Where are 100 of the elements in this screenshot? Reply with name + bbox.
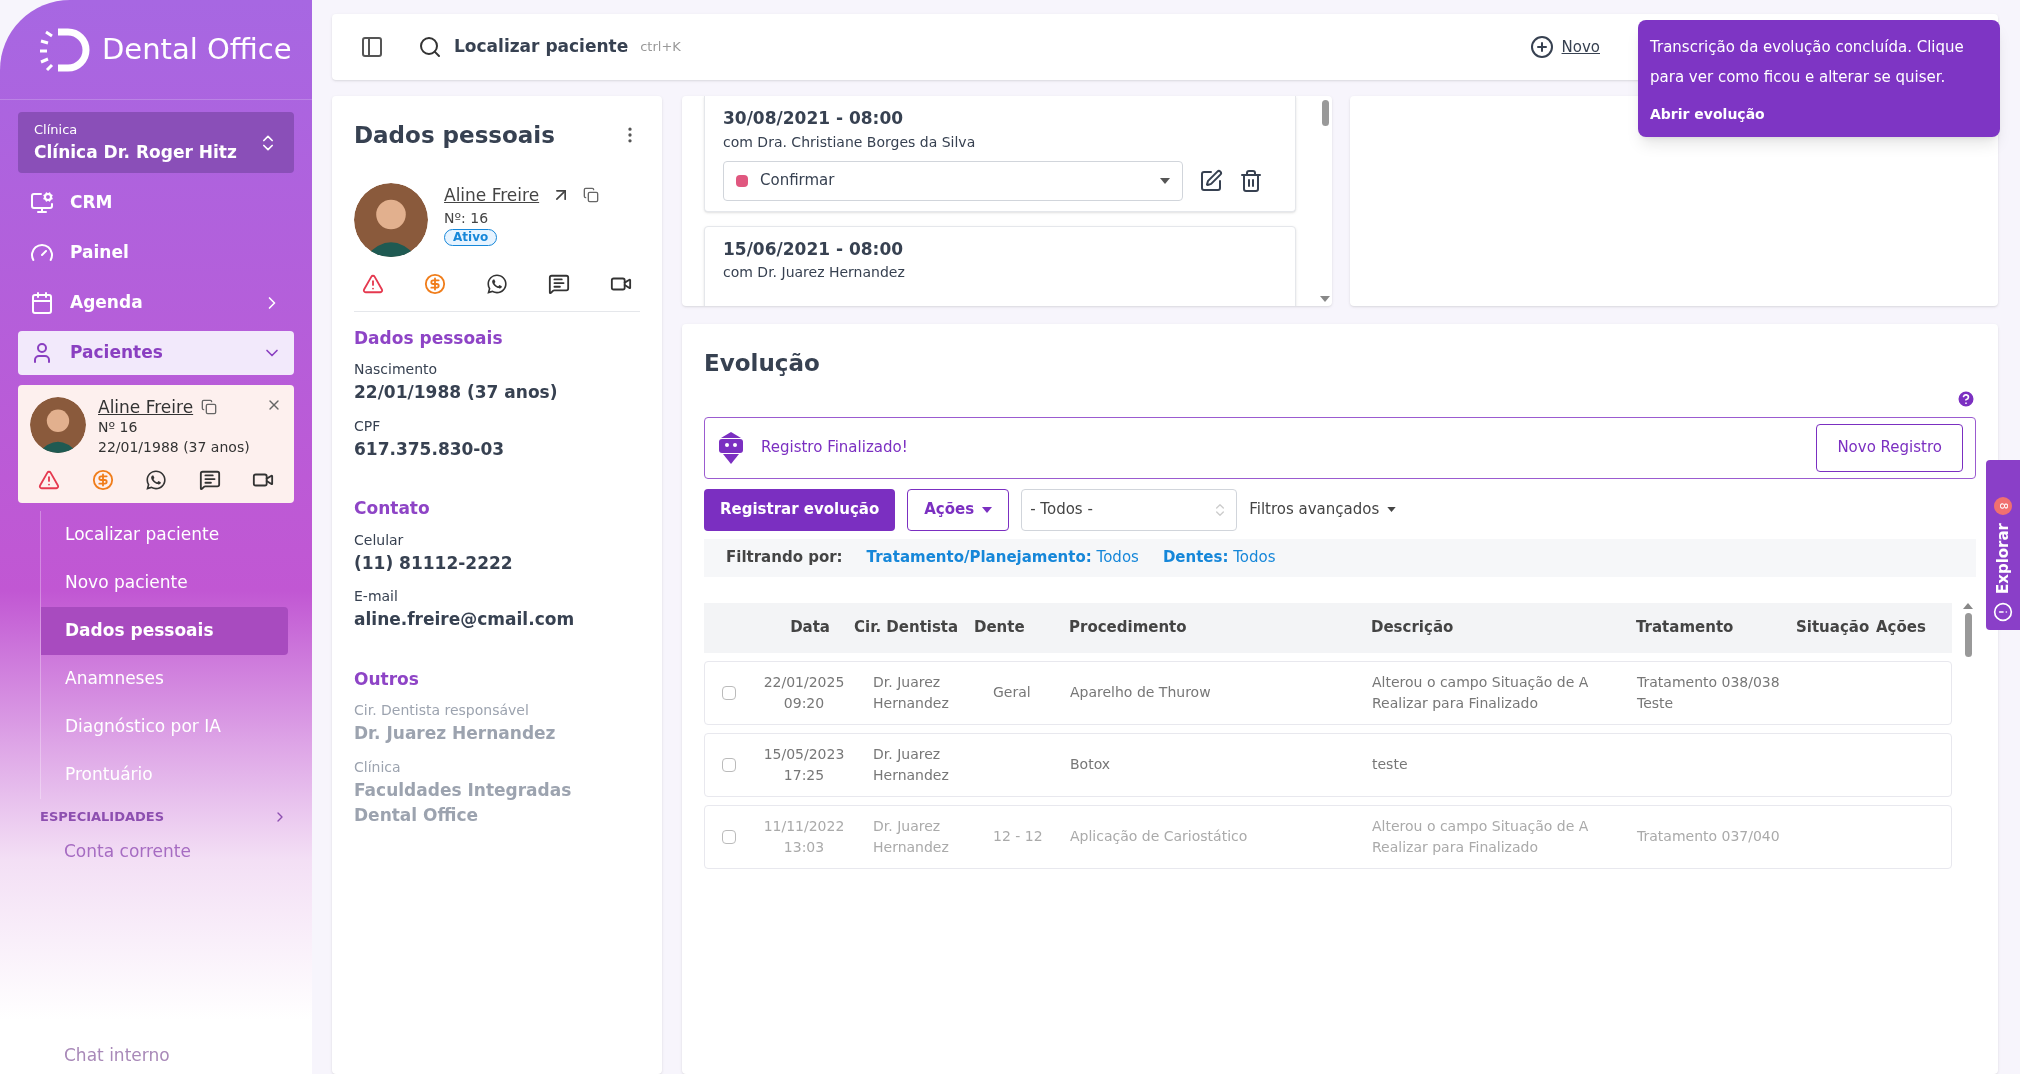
- nav-item[interactable]: Conta corrente: [64, 839, 312, 865]
- table-cell-text: Alterou o campo Situação de A Realizar para Finalizado: [1372, 816, 1590, 857]
- warning-icon[interactable]: [38, 469, 60, 491]
- table-cell-text: Dr. Juarez Hernandez: [872, 816, 950, 857]
- clinic-selector[interactable]: Clínica Clínica Dr. Roger Hitz: [18, 112, 294, 173]
- nav-item[interactable]: Chat interno: [64, 1042, 312, 1068]
- table-cell: Geral: [993, 684, 1031, 700]
- section-heading[interactable]: ESPECIALIDADES: [40, 799, 288, 835]
- scroll-down-icon[interactable]: [1320, 296, 1330, 302]
- table-cell-text: Dr. Juarez Hernandez: [872, 672, 950, 713]
- table-cell-text: Botox: [1070, 755, 1112, 774]
- nav-item[interactable]: CRM: [18, 181, 294, 225]
- appointment-dentist: com Dra. Christiane Borges da Silva: [723, 132, 977, 152]
- new-button[interactable]: Novo: [1529, 35, 1600, 59]
- plus-icon: [1529, 35, 1554, 59]
- appointment-card[interactable]: 30/08/2021 - 08:00 com Dra. Christiane Borges da Silva Confirmar: [704, 96, 1296, 212]
- table-row[interactable]: 15/05/2023 17:25 Dr. Juarez Hernandez Botox teste: [704, 732, 1952, 797]
- trash-icon[interactable]: [1239, 168, 1263, 193]
- field-value: Dr. Juarez Hernandez: [354, 722, 557, 745]
- patient-birth: 22/01/1988 (37 anos): [98, 438, 250, 457]
- edit-icon[interactable]: [1199, 168, 1223, 193]
- table-cell-text: Alterou o campo Situação de A Realizar para Finalizado: [1372, 672, 1590, 713]
- caret-icon: [1387, 507, 1397, 512]
- submenu-item[interactable]: Dados pessoais: [41, 607, 288, 655]
- toast-link[interactable]: Abrir evolução: [1650, 104, 1988, 125]
- row-checkbox[interactable]: [722, 685, 736, 700]
- explore-badge: 8: [1994, 496, 2012, 515]
- table-cell: Tratamento 038/038 Teste: [1637, 673, 1780, 711]
- register-button[interactable]: Registrar evolução: [704, 488, 896, 531]
- field-value: Faculdades Integradas Dental Office: [354, 778, 573, 827]
- panel-title: Evolução: [704, 349, 821, 378]
- help-icon[interactable]: [1956, 388, 1976, 409]
- toast[interactable]: Transcrição da evolução concluída. Clique para ver como ficou e alterar se quiser. Abrir evolução: [1638, 20, 2000, 137]
- column-header: Situação: [1796, 617, 1871, 639]
- patient-name[interactable]: Aline Freire: [444, 182, 540, 208]
- explore-tab[interactable]: 8 Explorar: [1986, 460, 2020, 630]
- column-header: Tratamento: [1636, 617, 1735, 639]
- warning-icon[interactable]: [362, 272, 384, 295]
- table-cell-text: Aparelho de Thurow: [1070, 683, 1212, 702]
- sidebar-toggle-icon[interactable]: [360, 35, 384, 59]
- column-header: Descrição: [1371, 617, 1455, 639]
- search-icon: [418, 35, 442, 59]
- field-value: 22/01/1988 (37 anos): [354, 381, 559, 404]
- filter-select[interactable]: - Todos -: [1021, 488, 1238, 531]
- nav-item[interactable]: Pacientes: [18, 331, 294, 375]
- row-checkbox[interactable]: [722, 829, 736, 844]
- submenu-item[interactable]: Localizar paciente: [41, 511, 288, 559]
- panel-title: Dados pessoais: [354, 121, 555, 150]
- scroll-up-icon[interactable]: [1963, 602, 1973, 609]
- column-header: Dente: [974, 617, 1026, 639]
- explore-label: Explorar: [1992, 522, 2013, 594]
- field-value: aline.freire@cmail.com: [354, 608, 576, 631]
- search-field[interactable]: Localizar paciente ctrl+K: [418, 34, 681, 60]
- calendar-icon: [30, 291, 54, 315]
- status-select[interactable]: Confirmar: [723, 160, 1183, 201]
- nav-item[interactable]: Painel: [18, 231, 294, 275]
- appointment-date: 15/06/2021 - 08:00: [723, 237, 905, 261]
- copy-icon[interactable]: [583, 187, 600, 204]
- filter-chip[interactable]: Tratamento/Planejamento: Todos: [866, 546, 1139, 569]
- whatsapp-icon[interactable]: [145, 469, 167, 491]
- patient-number: Nº: 16: [444, 209, 489, 228]
- column-header: Cir. Dentista: [854, 617, 960, 639]
- section-title: Contato: [354, 497, 431, 520]
- filter-chip[interactable]: Dentes: Todos: [1162, 546, 1276, 569]
- chat-icon[interactable]: [198, 469, 221, 491]
- scroll-thumb[interactable]: [1321, 100, 1329, 126]
- new-record-button[interactable]: Novo Registro: [1816, 423, 1963, 472]
- nav-item[interactable]: Agenda: [18, 281, 294, 325]
- clinic-label: Clínica: [34, 121, 79, 139]
- caret-icon: [1160, 177, 1170, 184]
- dollar-icon[interactable]: [424, 272, 446, 295]
- field-value: 617.375.830-03: [354, 437, 506, 461]
- row-checkbox[interactable]: [722, 757, 736, 772]
- copy-icon[interactable]: [201, 399, 218, 415]
- submenu-item[interactable]: Novo paciente: [41, 559, 288, 607]
- shortcut-hint: ctrl+K: [640, 38, 681, 57]
- clinic-name: Clínica Dr. Roger Hitz: [34, 140, 237, 164]
- field-label: Clínica: [354, 757, 402, 777]
- section-title: Dados pessoais: [354, 326, 504, 350]
- table-row[interactable]: 22/01/2025 09:20 Dr. Juarez Hernandez Geral Aparelho de Thurow Alterou o campo Situação de A Realizar para Finalizado Tratamento 038/038 Teste: [704, 660, 1952, 725]
- appointment-card[interactable]: 15/06/2021 - 08:00 com Dr. Juarez Hernandez: [704, 225, 1296, 306]
- whatsapp-icon[interactable]: [486, 272, 508, 295]
- field-label: E-mail: [354, 587, 399, 606]
- column-header: Data: [789, 617, 831, 639]
- table-cell-text: 11/11/2022 13:03: [762, 816, 846, 857]
- advanced-filters-button[interactable]: Filtros avançados: [1249, 498, 1397, 521]
- logo-icon: [38, 27, 90, 72]
- table-cell: Tratamento 037/040: [1637, 828, 1780, 844]
- table-cell-text: teste: [1372, 755, 1409, 774]
- scroll-thumb[interactable]: [1964, 612, 1972, 657]
- chat-icon[interactable]: [548, 272, 570, 295]
- table-cell-text: Aplicação de Cariostático: [1070, 827, 1249, 846]
- actions-button[interactable]: Ações: [907, 488, 1010, 531]
- avatar: [30, 397, 86, 453]
- field-label: CPF: [354, 416, 382, 436]
- field-label: Nascimento: [354, 360, 439, 379]
- patient-name[interactable]: Aline Freire: [98, 397, 250, 417]
- monitor-icon: [30, 191, 54, 215]
- field-label: Celular: [354, 530, 405, 550]
- submenu-item[interactable]: Anamneses: [41, 655, 288, 703]
